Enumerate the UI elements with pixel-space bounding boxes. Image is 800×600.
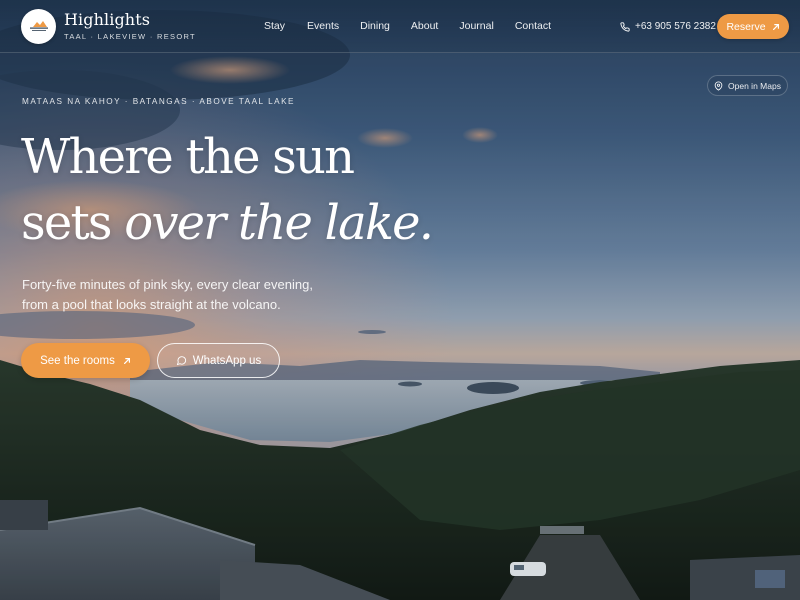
- brand-tagline: TAAL · LAKEVIEW · RESORT: [64, 32, 196, 41]
- hero-subtext-line-2: from a pool that looks straight at the v…: [22, 296, 281, 312]
- hero-subtext: Forty-five minutes of pink sky, every cl…: [22, 275, 342, 314]
- see-rooms-button[interactable]: See the rooms: [21, 343, 150, 378]
- main-nav: Stay Events Dining About Journal Contact: [264, 20, 551, 34]
- brand-logo[interactable]: [21, 9, 56, 44]
- whatsapp-button[interactable]: WhatsApp us: [157, 343, 280, 378]
- arrow-up-right-icon: [772, 23, 780, 31]
- phone-icon: [620, 21, 630, 32]
- reserve-button[interactable]: Reserve: [717, 14, 789, 39]
- reserve-label: Reserve: [726, 20, 766, 33]
- headline-line-1: Where the sun: [21, 129, 355, 185]
- chat-bubble-icon: [176, 355, 187, 366]
- nav-item-journal[interactable]: Journal: [459, 20, 493, 34]
- whatsapp-label: WhatsApp us: [192, 354, 262, 367]
- hero-eyebrow: MATAAS NA KAHOY · BATANGAS · ABOVE TAAL …: [22, 97, 296, 106]
- see-rooms-label: See the rooms: [40, 354, 115, 367]
- headline-line-2: sets over the lake.: [21, 190, 434, 256]
- logo-mark-icon: [29, 20, 48, 31]
- arrow-up-right-icon: [123, 357, 131, 365]
- site-header: Highlights TAAL · LAKEVIEW · RESORT Stay…: [0, 0, 800, 53]
- hero-headline: Where the sun sets over the lake.: [21, 124, 434, 256]
- phone-number: +63 905 576 2382: [635, 21, 716, 32]
- nav-item-stay[interactable]: Stay: [264, 20, 285, 34]
- nav-item-dining[interactable]: Dining: [360, 20, 390, 34]
- headline-line-2-italic: over the lake.: [124, 195, 434, 251]
- headline-line-2-plain: sets: [21, 195, 113, 251]
- map-pin-icon: [714, 81, 723, 91]
- nav-item-about[interactable]: About: [411, 20, 438, 34]
- hero-subtext-line-1: Forty-five minutes of pink sky, every cl…: [22, 277, 313, 292]
- phone-link[interactable]: +63 905 576 2382: [620, 19, 716, 34]
- nav-item-contact[interactable]: Contact: [515, 20, 551, 34]
- open-in-maps-button[interactable]: Open in Maps: [707, 75, 788, 96]
- nav-item-events[interactable]: Events: [307, 20, 339, 34]
- brand-name[interactable]: Highlights: [64, 10, 150, 29]
- open-in-maps-label: Open in Maps: [728, 80, 781, 91]
